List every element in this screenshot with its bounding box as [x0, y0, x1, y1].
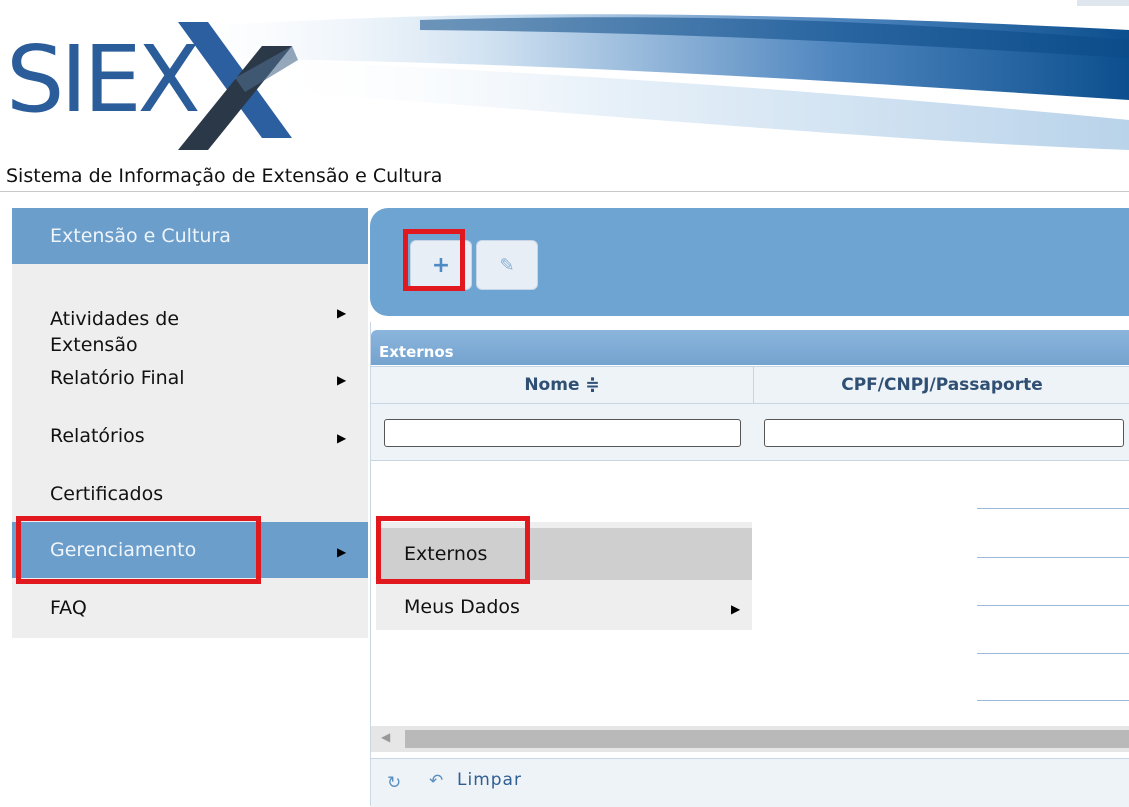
filter-nome-input[interactable]	[384, 419, 741, 447]
horizontal-scrollbar[interactable]: ◀	[371, 726, 1129, 752]
pencil-icon: ✎	[499, 255, 515, 276]
grid-row-line	[977, 605, 1129, 606]
submenu-item-label: Meus Dados	[404, 596, 520, 618]
sidebar-item-faq[interactable]: FAQ	[12, 584, 368, 632]
submenu-arrow-icon: ▶	[337, 306, 347, 320]
grid-footer: ↻ ↶ Limpar	[371, 758, 1129, 807]
sidebar-title[interactable]: Extensão e Cultura	[12, 208, 368, 264]
sidebar-item-label: FAQ	[50, 597, 87, 619]
submenu-arrow-icon: ▶	[337, 545, 347, 559]
edit-button[interactable]: ✎	[476, 240, 538, 290]
grid-row-line	[977, 700, 1129, 701]
externos-highlight	[376, 516, 530, 584]
submenu-arrow-icon: ▶	[337, 431, 347, 445]
scroll-left-icon[interactable]: ◀	[381, 730, 390, 744]
sidebar-item-label: Certificados	[50, 483, 164, 505]
window-corner	[1077, 0, 1129, 6]
filter-cpf-input[interactable]	[764, 419, 1124, 447]
sidebar-item-label: Relatório Final	[50, 367, 185, 389]
toolbar: + ✎	[370, 208, 1129, 316]
submenu-arrow-icon: ▶	[731, 602, 741, 616]
logo: SIEX	[6, 26, 201, 133]
sidebar-item-relatorio-final[interactable]: Relatório Final ▶	[12, 354, 368, 402]
grid-row-line	[977, 653, 1129, 654]
gerenciamento-highlight	[16, 516, 261, 584]
column-header-nome[interactable]: Nome ≑	[371, 367, 754, 403]
site-header: SIEX	[0, 0, 1129, 160]
system-subtitle: Sistema de Informação de Extensão e Cult…	[6, 165, 443, 187]
sidebar-item-atividades-de-extensao[interactable]: Atividades de Extensão ▶	[12, 274, 368, 356]
sidebar-item-label: Relatórios	[50, 425, 145, 447]
header-divider	[0, 191, 1129, 192]
clear-button[interactable]: Limpar	[457, 770, 522, 790]
grid-row-line	[977, 557, 1129, 558]
submenu-item-meus-dados[interactable]: Meus Dados ▶	[376, 584, 752, 630]
grid-header-row: Nome ≑ CPF/CNPJ/Passaporte	[371, 366, 1129, 404]
add-button-highlight	[403, 229, 465, 291]
sidebar-item-label: Atividades de Extensão	[50, 308, 180, 356]
sidebar-item-certificados[interactable]: Certificados	[12, 470, 368, 518]
grid-row-line	[977, 508, 1129, 509]
undo-icon[interactable]: ↶	[429, 771, 443, 791]
refresh-icon[interactable]: ↻	[387, 773, 401, 793]
grid-filter-row	[371, 404, 1129, 461]
sidebar-item-relatorios[interactable]: Relatórios ▶	[12, 412, 368, 460]
submenu-arrow-icon: ▶	[337, 373, 347, 387]
column-header-cpf[interactable]: CPF/CNPJ/Passaporte	[754, 367, 1129, 403]
grid-caption: Externos	[371, 330, 1129, 365]
scrollbar-thumb[interactable]	[405, 730, 1129, 748]
